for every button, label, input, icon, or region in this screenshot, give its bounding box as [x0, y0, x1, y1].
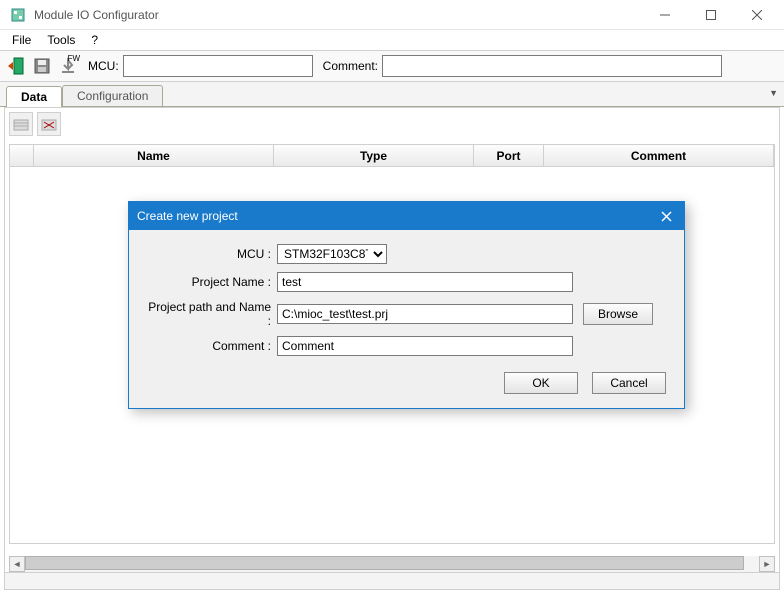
dialog-row-mcu: MCU : STM32F103C8T6 [147, 244, 666, 264]
download-fw-icon[interactable]: FW [56, 54, 80, 78]
save-icon[interactable] [30, 54, 54, 78]
scroll-left-icon[interactable]: ◄ [9, 556, 25, 572]
dialog-titlebar[interactable]: Create new project [129, 202, 684, 230]
dialog-close-button[interactable] [656, 206, 676, 226]
inner-toolbar [5, 108, 779, 140]
dialog-mcu-label: MCU : [147, 247, 277, 261]
dialog-row-path: Project path and Name : Browse [147, 300, 666, 328]
dialog-name-input[interactable] [277, 272, 573, 292]
row-selector-header[interactable] [10, 145, 34, 166]
browse-button[interactable]: Browse [583, 303, 653, 325]
dialog-row-comment: Comment : [147, 336, 666, 356]
statusbar [4, 572, 780, 590]
app-icon [10, 7, 26, 23]
dialog-body: MCU : STM32F103C8T6 Project Name : Proje… [129, 230, 684, 408]
tab-row: Data Configuration ▼ [0, 82, 784, 107]
header-name[interactable]: Name [34, 145, 274, 166]
toolbar: FW MCU: Comment: [0, 50, 784, 82]
header-port[interactable]: Port [474, 145, 544, 166]
tab-data[interactable]: Data [6, 86, 62, 107]
dialog-comment-input[interactable] [277, 336, 573, 356]
close-button[interactable] [734, 0, 780, 30]
fw-badge: FW [68, 54, 80, 63]
window-title: Module IO Configurator [32, 8, 159, 22]
scroll-track[interactable] [25, 556, 759, 572]
header-comment[interactable]: Comment [544, 145, 774, 166]
header-type[interactable]: Type [274, 145, 474, 166]
menu-file[interactable]: File [4, 31, 39, 49]
comment-label: Comment: [323, 59, 378, 73]
menu-tools[interactable]: Tools [39, 31, 83, 49]
mcu-input[interactable] [123, 55, 313, 77]
dialog-comment-label: Comment : [147, 339, 277, 353]
dialog-button-row: OK Cancel [147, 364, 666, 398]
comment-input[interactable] [382, 55, 722, 77]
tab-configuration[interactable]: Configuration [62, 85, 163, 106]
exit-icon[interactable] [4, 54, 28, 78]
dialog-mcu-select[interactable]: STM32F103C8T6 [277, 244, 387, 264]
tab-overflow-icon[interactable]: ▼ [769, 88, 778, 98]
maximize-button[interactable] [688, 0, 734, 30]
minimize-button[interactable] [642, 0, 688, 30]
mcu-label: MCU: [88, 59, 119, 73]
titlebar: Module IO Configurator [0, 0, 784, 30]
dialog-row-name: Project Name : [147, 272, 666, 292]
scroll-right-icon[interactable]: ► [759, 556, 775, 572]
menubar: File Tools ? [0, 30, 784, 50]
delete-row-icon[interactable] [37, 112, 61, 136]
dialog-title: Create new project [137, 209, 656, 223]
dialog-name-label: Project Name : [147, 275, 277, 289]
menu-help[interactable]: ? [83, 31, 106, 49]
dialog-path-label: Project path and Name : [147, 300, 277, 328]
add-row-icon[interactable] [9, 112, 33, 136]
horizontal-scrollbar[interactable]: ◄ ► [9, 556, 775, 572]
table-header: Name Type Port Comment [10, 145, 774, 167]
create-project-dialog: Create new project MCU : STM32F103C8T6 P… [128, 201, 685, 409]
cancel-button[interactable]: Cancel [592, 372, 666, 394]
ok-button[interactable]: OK [504, 372, 578, 394]
scroll-thumb[interactable] [25, 556, 744, 570]
dialog-path-input[interactable] [277, 304, 573, 324]
